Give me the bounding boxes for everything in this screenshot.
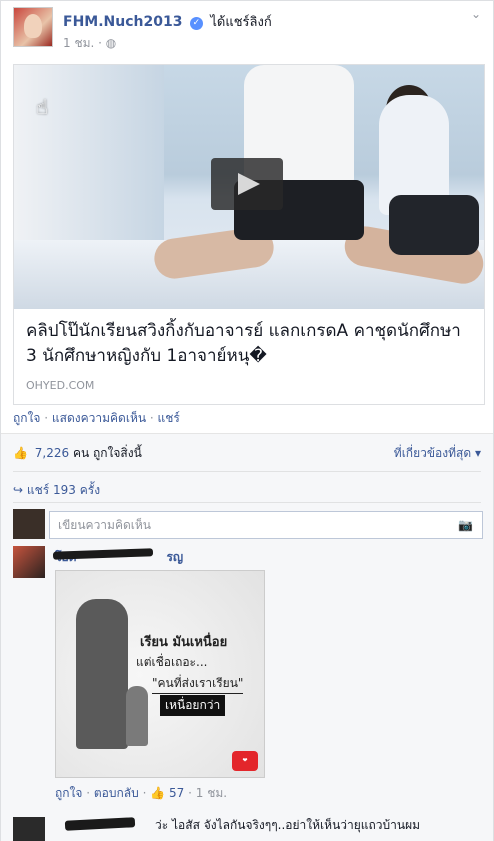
- hand-cursor-icon: ☝: [36, 95, 49, 119]
- illustration-adult: [76, 599, 128, 749]
- page-avatar[interactable]: [13, 7, 53, 47]
- video-thumbnail[interactable]: ☝: [14, 65, 484, 309]
- page-name-link[interactable]: FHM.Nuch2013: [63, 14, 182, 30]
- comment-timestamp[interactable]: 1 ชม.: [196, 786, 227, 800]
- viewer-avatar: [13, 509, 45, 539]
- verified-icon: ✓: [189, 17, 203, 30]
- shares-summary[interactable]: ↪ แชร์ 193 ครั้ง: [13, 481, 100, 500]
- share-arrow-icon: ↪: [13, 483, 24, 497]
- share-link[interactable]: แชร์: [158, 411, 180, 425]
- shares-count: แชร์ 193 ครั้ง: [26, 483, 101, 497]
- likes-text: คน ถูกใจสิ่งนี้: [72, 446, 142, 460]
- comment-meta: ถูกใจ · ตอบกลับ · 👍 57 · 1 ชม.: [55, 784, 227, 803]
- image-text-line: เหนื่อยกว่า: [160, 695, 226, 716]
- comment-order-dropdown[interactable]: ที่เกี่ยวข้องที่สุด ▾: [394, 444, 481, 463]
- link-preview[interactable]: ☝ คลิปโป๊นักเรียนสวิงกิ้งกับอาจารย์ แลกเ…: [13, 64, 485, 405]
- likes-summary: 👍 7,226 คน ถูกใจสิ่งนี้: [13, 444, 142, 463]
- action-separator: ·: [44, 411, 52, 425]
- post-action-text: ได้แชร์ลิงก์: [210, 15, 272, 30]
- post-header: FHM.Nuch2013 ✓ ได้แชร์ลิงก์ 1 ชม. · ◍ ⌄: [13, 7, 481, 51]
- post-timestamp[interactable]: 1 ชม.: [63, 36, 94, 50]
- camera-icon[interactable]: 📷: [458, 518, 473, 532]
- meta-separator: ·: [188, 786, 196, 800]
- feed-post: FHM.Nuch2013 ✓ ได้แชร์ลิงก์ 1 ชม. · ◍ ⌄ …: [0, 0, 494, 841]
- meta-separator: ·: [86, 786, 94, 800]
- comment-reply-link[interactable]: ตอบกลับ: [94, 786, 139, 800]
- divider: [13, 502, 481, 503]
- link-text[interactable]: คลิปโป๊นักเรียนสวิงกิ้งกับอาจารย์ แลกเกร…: [14, 309, 484, 404]
- comment-image[interactable]: เรียน มันเหนื่อย แต่เชื่อเถอะ... "คนที่ส…: [55, 570, 265, 778]
- link-domain: OHYED.COM: [26, 379, 95, 392]
- comment-like-link[interactable]: ถูกใจ: [55, 786, 82, 800]
- likes-count-link[interactable]: 7,226: [35, 446, 69, 460]
- commenter-avatar[interactable]: [13, 546, 45, 578]
- action-separator: ·: [149, 411, 158, 425]
- caret-down-icon: ▾: [474, 446, 481, 460]
- play-icon[interactable]: [211, 158, 283, 210]
- illustration-child: [126, 686, 148, 746]
- comment-order-label: ที่เกี่ยวข้องที่สุด: [393, 446, 472, 460]
- meta-separator: ·: [98, 36, 106, 50]
- comment-item: ว่ะ ไอสัส จังไลกันจริงๆๆ..อย่าให้เห็นว่า…: [13, 815, 483, 841]
- thumbnail-shape: [389, 195, 479, 255]
- like-link[interactable]: ถูกใจ: [13, 411, 40, 425]
- comment-link[interactable]: แสดงความคิดเห็น: [52, 411, 146, 425]
- image-logo: ❤: [232, 751, 258, 771]
- comment-like-count[interactable]: 57: [169, 786, 184, 800]
- comment-input[interactable]: [49, 511, 483, 539]
- divider: [13, 471, 481, 472]
- image-text-line: แต่เชื่อเถอะ...: [136, 655, 208, 669]
- feedback-section: 👍 7,226 คน ถูกใจสิ่งนี้ ที่เกี่ยวข้องที่…: [1, 434, 493, 841]
- globe-icon: ◍: [105, 36, 117, 50]
- thumbs-up-icon: 👍: [13, 446, 28, 460]
- chevron-down-icon[interactable]: ⌄: [471, 7, 481, 21]
- post-meta: 1 ชม. · ◍: [63, 34, 116, 53]
- post-actions: ถูกใจ · แสดงความคิดเห็น · แชร์: [13, 409, 180, 428]
- commenter-avatar[interactable]: [13, 817, 45, 841]
- commenter-name-end: รญ: [166, 550, 184, 564]
- comment-composer: 📷: [13, 509, 483, 539]
- thumbs-up-icon: 👍: [150, 786, 166, 800]
- image-text-line: "คนที่ส่งเราเรียน": [152, 674, 244, 694]
- image-text-line: เรียน มันเหนื่อย: [140, 635, 228, 650]
- comment-body: ว่ะ ไอสัส จังไลกันจริงๆๆ..อย่าให้เห็นว่า…: [155, 818, 421, 832]
- link-title[interactable]: คลิปโป๊นักเรียนสวิงกิ้งกับอาจารย์ แลกเกร…: [26, 319, 472, 369]
- post-author-line: FHM.Nuch2013 ✓ ได้แชร์ลิงก์: [63, 11, 272, 32]
